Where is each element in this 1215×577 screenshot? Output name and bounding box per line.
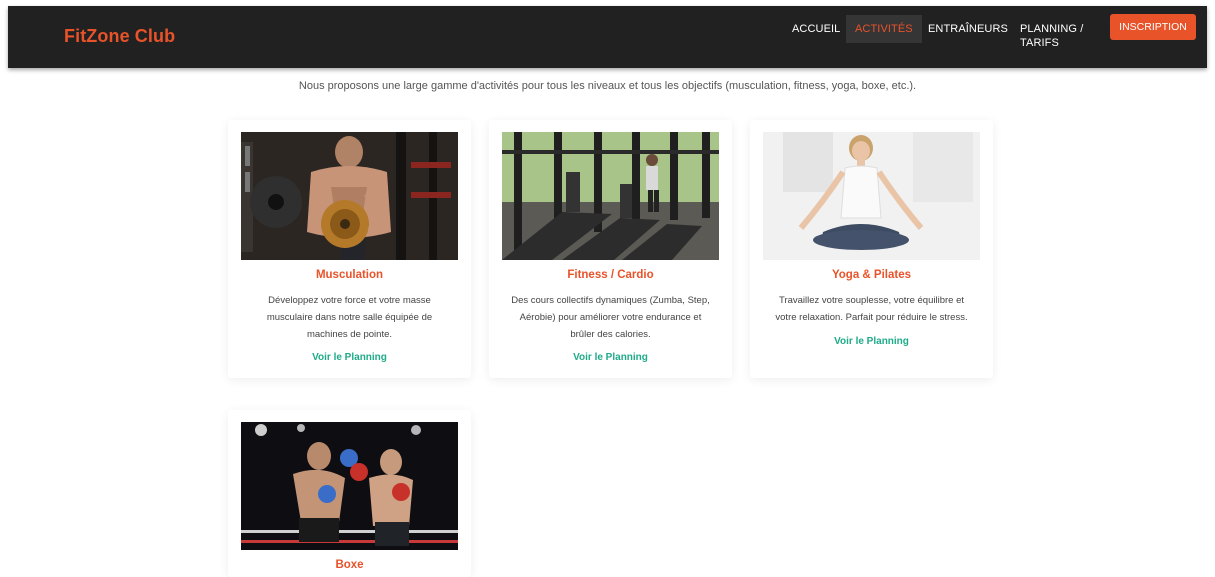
yoga-pilates-image	[763, 132, 980, 260]
fitness-cardio-image	[502, 132, 719, 260]
card-title: Boxe	[335, 559, 364, 571]
card-description: Travaillez votre souplesse, votre équili…	[775, 295, 968, 323]
activity-card-yoga-pilates: Yoga & Pilates Travaillez votre soupless…	[750, 120, 993, 378]
brand-logo[interactable]: FitZone Club	[64, 26, 175, 47]
activity-card-boxe: Boxe	[228, 410, 471, 577]
activities-intro-text: Nous proposons une large gamme d'activit…	[298, 80, 917, 92]
card-description: Développez votre force et votre masse mu…	[266, 295, 433, 340]
activity-card-fitness-cardio: Fitness / Cardio Des cours collectifs dy…	[489, 120, 732, 378]
boxe-image	[241, 422, 458, 550]
inscription-button[interactable]: INSCRIPTION	[1110, 14, 1196, 40]
voir-planning-link[interactable]: Voir le Planning	[489, 352, 732, 363]
card-description: Des cours collectifs dynamiques (Zumba, …	[511, 295, 710, 340]
card-title: Fitness / Cardio	[567, 269, 654, 281]
nav-link-accueil[interactable]: ACCUEIL	[792, 22, 840, 36]
nav-link-planning-tarifs[interactable]: PLANNING / TARIFS	[1020, 22, 1090, 50]
musculation-image	[241, 132, 458, 260]
voir-planning-link[interactable]: Voir le Planning	[750, 336, 993, 347]
nav-link-activites[interactable]: ACTIVITÉS	[846, 15, 922, 43]
activity-card-musculation: Musculation Développez votre force et vo…	[228, 120, 471, 378]
nav-link-entraineurs[interactable]: ENTRAÎNEURS	[928, 22, 1008, 36]
card-title: Musculation	[315, 269, 384, 281]
voir-planning-link[interactable]: Voir le Planning	[228, 352, 471, 363]
top-navbar: FitZone Club ACCUEIL ACTIVITÉS ENTRAÎNEU…	[8, 6, 1207, 68]
card-title: Yoga & Pilates	[831, 269, 912, 281]
